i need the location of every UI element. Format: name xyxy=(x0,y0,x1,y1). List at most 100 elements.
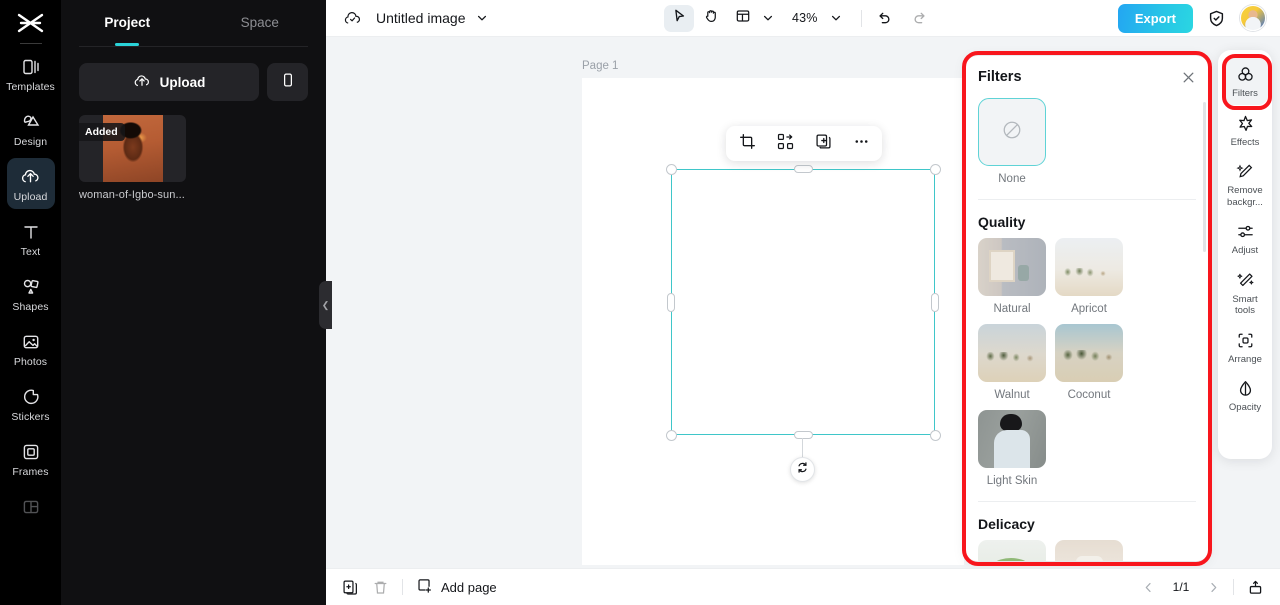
right-rail-item-effects[interactable]: Effects xyxy=(1222,107,1268,154)
rotate-handle[interactable] xyxy=(790,457,815,482)
layout-icon xyxy=(21,495,41,518)
export-button[interactable]: Export xyxy=(1117,3,1193,33)
title-chevron-down-icon[interactable] xyxy=(476,12,488,24)
cloud-saved-icon[interactable] xyxy=(343,9,362,28)
close-icon[interactable] xyxy=(1181,70,1196,85)
shield-check-icon[interactable] xyxy=(1207,9,1226,28)
filter-item-natural[interactable]: Natural xyxy=(978,238,1046,315)
zoom-chevron-down-icon[interactable] xyxy=(830,12,842,24)
chevron-left-icon[interactable] xyxy=(1142,581,1155,594)
uploaded-asset-item[interactable]: Added woman-of-Igbo-sun... xyxy=(79,115,186,201)
sidebar-item-design[interactable]: Design xyxy=(7,103,55,154)
tab-space[interactable]: Space xyxy=(194,0,327,44)
opacity-drop-icon xyxy=(1236,378,1255,399)
filters-panel-scrollbar[interactable] xyxy=(1203,102,1206,252)
redo-button[interactable] xyxy=(911,9,929,27)
user-avatar[interactable] xyxy=(1240,5,1266,31)
bottom-divider xyxy=(402,579,403,595)
mobile-upload-button[interactable] xyxy=(267,63,308,101)
chevron-right-icon[interactable] xyxy=(1207,581,1220,594)
capcut-editor-window: Templates Design Upload Text Shapes Phot… xyxy=(0,0,1280,605)
sidebar-item-layout[interactable] xyxy=(7,488,55,526)
filter-item-delicacy-2[interactable] xyxy=(1055,540,1123,561)
layout-panel-icon xyxy=(735,8,751,29)
layout-tool-button[interactable] xyxy=(728,5,758,32)
sidebar-item-text[interactable]: Text xyxy=(7,213,55,264)
right-tool-rail: Filters Effects Remove backgr... Adjust … xyxy=(1218,50,1272,459)
effects-icon xyxy=(1236,113,1255,134)
upload-button[interactable]: Upload xyxy=(79,63,259,101)
arrange-icon xyxy=(1236,330,1255,351)
resize-handle-bottom-left[interactable] xyxy=(665,429,677,441)
hand-icon xyxy=(703,8,719,29)
sidebar-item-shapes[interactable]: Shapes xyxy=(7,268,55,319)
right-rail-item-remove-background[interactable]: Remove backgr... xyxy=(1222,155,1268,213)
panel-collapse-handle[interactable]: ❮ xyxy=(319,281,332,329)
sidebar-item-frames[interactable]: Frames xyxy=(7,433,55,484)
right-rail-item-adjust[interactable]: Adjust xyxy=(1222,215,1268,262)
panel-body: Upload Added woman-of-Igbo-sun... xyxy=(61,47,326,201)
filter-item-walnut[interactable]: Walnut xyxy=(978,324,1046,401)
filter-thumbnail xyxy=(978,324,1046,382)
mobile-phone-icon xyxy=(280,72,296,93)
sidebar-item-upload[interactable]: Upload xyxy=(6,158,55,209)
sidebar-label: Stickers xyxy=(11,411,50,423)
duplicate-button[interactable] xyxy=(812,133,834,155)
filter-none-item[interactable]: None xyxy=(978,98,1046,185)
zoom-level-label[interactable]: 43% xyxy=(792,11,818,25)
bottom-right-group: 1/1 xyxy=(1142,579,1264,596)
right-rail-item-arrange[interactable]: Arrange xyxy=(1222,324,1268,371)
filter-item-light-skin[interactable]: Light Skin xyxy=(978,410,1046,487)
add-page-button[interactable]: Add page xyxy=(416,577,497,597)
right-rail-item-smart-tools[interactable]: Smart tools xyxy=(1222,264,1268,322)
undo-button[interactable] xyxy=(875,9,893,27)
crop-button[interactable] xyxy=(736,133,758,155)
filter-label: Walnut xyxy=(994,389,1030,401)
right-rail-label: Arrange xyxy=(1228,353,1262,365)
delete-page-button[interactable] xyxy=(372,579,389,596)
more-button[interactable] xyxy=(850,133,872,155)
upload-box-icon[interactable] xyxy=(1247,579,1264,596)
filter-item-apricot[interactable]: Apricot xyxy=(1055,238,1123,315)
resize-handle-bottom-center[interactable] xyxy=(793,431,813,439)
add-page-icon xyxy=(416,577,433,597)
filter-thumbnail xyxy=(978,410,1046,468)
tab-project[interactable]: Project xyxy=(61,0,194,44)
duplicate-page-icon[interactable] xyxy=(342,579,359,596)
magic-wand-icon xyxy=(1236,270,1255,291)
resize-handle-middle-left[interactable] xyxy=(667,292,675,312)
right-rail-item-filters[interactable]: Filters xyxy=(1222,58,1268,105)
resize-handle-top-left[interactable] xyxy=(665,163,677,175)
resize-handle-bottom-right[interactable] xyxy=(929,429,941,441)
right-rail-item-opacity[interactable]: Opacity xyxy=(1222,372,1268,419)
canvas-tools-group: 43% xyxy=(664,4,929,32)
selected-image-object[interactable] xyxy=(671,169,935,435)
filter-thumbnail xyxy=(978,238,1046,296)
filters-icon xyxy=(1236,64,1255,85)
filters-section-divider-2 xyxy=(978,501,1196,502)
replace-button[interactable] xyxy=(774,133,796,155)
sidebar-item-templates[interactable]: Templates xyxy=(6,48,55,99)
sidebar-item-stickers[interactable]: Stickers xyxy=(7,378,55,429)
adjust-sliders-icon xyxy=(1236,221,1255,242)
filter-group-title-quality: Quality xyxy=(978,214,1026,230)
sidebar-label: Upload xyxy=(13,191,48,203)
layout-chevron-down-icon[interactable] xyxy=(762,12,774,24)
filters-scroll-region[interactable]: None Quality Natural Apricot Walnut Coco… xyxy=(966,98,1208,561)
filter-none-swatch[interactable] xyxy=(978,98,1046,166)
sidebar-item-photos[interactable]: Photos xyxy=(7,323,55,374)
filter-item-coconut[interactable]: Coconut xyxy=(1055,324,1123,401)
capcut-logo-icon[interactable] xyxy=(11,8,51,38)
right-rail-label: Effects xyxy=(1230,136,1260,148)
hand-tool-button[interactable] xyxy=(696,5,726,32)
asset-thumbnail[interactable]: Added xyxy=(79,115,186,182)
resize-handle-top-center[interactable] xyxy=(793,165,813,173)
resize-handle-middle-right[interactable] xyxy=(931,292,939,312)
filter-label: Light Skin xyxy=(986,475,1038,487)
right-rail-label: Filters xyxy=(1232,88,1258,99)
document-title[interactable]: Untitled image xyxy=(376,10,466,26)
toolbar-divider xyxy=(860,9,862,27)
select-tool-button[interactable] xyxy=(664,4,694,32)
resize-handle-top-right[interactable] xyxy=(929,163,941,175)
filter-item-delicacy-1[interactable] xyxy=(978,540,1046,561)
